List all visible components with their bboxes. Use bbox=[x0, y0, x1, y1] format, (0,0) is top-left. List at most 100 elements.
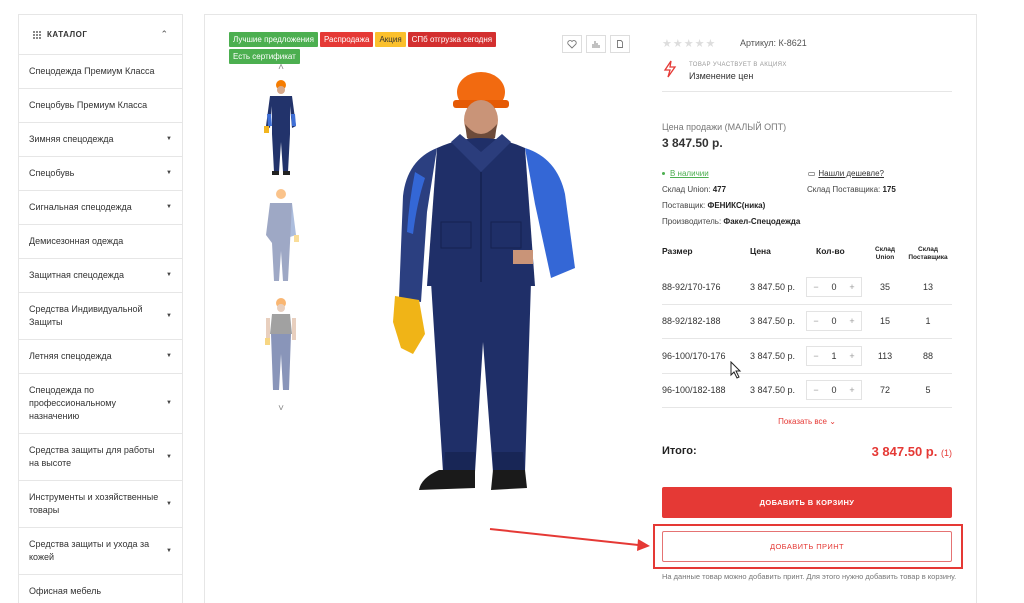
caret-down-icon: ▼ bbox=[166, 500, 172, 507]
catalog-item-label: Средства защиты для работы на высоте bbox=[29, 445, 155, 468]
stock-union: Склад Union: 477 bbox=[662, 185, 727, 194]
catalog-item[interactable]: Спецодежда по профессиональному назначен… bbox=[19, 374, 182, 434]
plus-icon[interactable]: + bbox=[849, 351, 854, 361]
col-union: Склад Union bbox=[875, 246, 895, 261]
catalog-item-label: Демисезонная одежда bbox=[29, 236, 124, 246]
mouse-cursor-icon bbox=[730, 361, 742, 379]
compare-button[interactable] bbox=[586, 35, 606, 53]
caret-down-icon: ▼ bbox=[166, 136, 172, 142]
qty-value[interactable]: 0 bbox=[831, 316, 836, 326]
col-price: Цена bbox=[750, 246, 771, 256]
catalog-item-label: Средства защиты и ухода за кожей bbox=[29, 539, 150, 562]
row-price: 3 847.50 р. bbox=[750, 385, 796, 396]
minus-icon[interactable]: − bbox=[813, 351, 818, 361]
show-all-link[interactable]: Показать все ⌄ bbox=[662, 417, 952, 433]
chevron-down-icon[interactable]: ˅ bbox=[255, 403, 307, 417]
catalog-sidebar: КАТАЛОГ ⌃ Спецодежда Премиум Класса Спецо… bbox=[18, 14, 183, 603]
caret-down-icon: ▼ bbox=[166, 312, 172, 319]
minus-icon[interactable]: − bbox=[813, 282, 818, 292]
product-badge: Лучшие предложения bbox=[229, 32, 318, 47]
thumbnail-2[interactable] bbox=[255, 185, 307, 290]
catalog-item[interactable]: Зимняя спецодежда ▼ bbox=[19, 123, 182, 157]
catalog-item[interactable]: Инструменты и хозяйственные товары ▼ bbox=[19, 481, 182, 528]
qty-value[interactable]: 1 bbox=[831, 351, 836, 361]
quantity-stepper[interactable]: − 0 + bbox=[806, 311, 862, 332]
price-value: 3 847.50 р. bbox=[662, 136, 723, 150]
plus-icon[interactable]: + bbox=[849, 316, 854, 326]
quantity-stepper[interactable]: − 1 + bbox=[806, 345, 862, 366]
thumbnail-gallery: ˄ ˅ bbox=[255, 62, 307, 417]
plus-icon[interactable]: + bbox=[849, 282, 854, 292]
qty-cell: − 0 + bbox=[806, 276, 866, 297]
catalog-list: Спецодежда Премиум Класса Спецобувь Преми… bbox=[19, 55, 182, 603]
promo-title[interactable]: Изменение цен bbox=[689, 71, 787, 81]
catalog-item[interactable]: Защитная спецодежда ▼ bbox=[19, 259, 182, 293]
table-row: 88-92/170-176 3 847.50 р. − 0 +35 13 bbox=[662, 270, 952, 305]
share-button[interactable] bbox=[610, 35, 630, 53]
row-union-stock: 72 bbox=[879, 385, 890, 396]
product-badge: Акция bbox=[375, 32, 406, 47]
thumbnail-3[interactable] bbox=[255, 294, 307, 399]
catalog-item-label: Сигнальная спецодежда bbox=[29, 202, 132, 212]
catalog-item[interactable]: Спецобувь ▼ bbox=[19, 157, 182, 191]
promo-block: ТОВАР УЧАСТВУЕТ В АКЦИЯХ Изменение цен bbox=[662, 56, 952, 92]
table-row: 96-100/170-176 3 847.50 р. − 1 +113 88 bbox=[662, 339, 952, 374]
table-row: 88-92/182-188 3 847.50 р. − 0 +15 1 bbox=[662, 305, 952, 339]
row-size: 96-100/170-176 bbox=[662, 350, 726, 361]
catalog-item[interactable]: Спецодежда Премиум Класса bbox=[19, 55, 182, 89]
stock-status: В наличии bbox=[662, 166, 709, 182]
bar-chart-icon bbox=[592, 41, 600, 48]
catalog-item[interactable]: Средства защиты и ухода за кожей ▼ bbox=[19, 528, 182, 575]
minus-icon[interactable]: − bbox=[813, 316, 818, 326]
row-price: 3 847.50 р. bbox=[750, 350, 796, 361]
row-union-stock: 113 bbox=[877, 350, 893, 361]
row-supplier-stock: 5 bbox=[925, 385, 931, 396]
quantity-stepper[interactable]: − 0 + bbox=[806, 276, 862, 297]
catalog-item[interactable]: Средства Индивидуальной Защиты ▼ bbox=[19, 293, 182, 340]
badge-list: Лучшие предложения Распродажа Акция СПб отг… bbox=[229, 32, 529, 66]
rating-stars[interactable]: ★★★★★ bbox=[662, 37, 740, 50]
plus-icon[interactable]: + bbox=[849, 385, 854, 395]
catalog-item-label: Спецобувь Премиум Класса bbox=[29, 100, 148, 110]
catalog-item[interactable]: Средства защиты для работы на высоте ▼ bbox=[19, 434, 182, 481]
qty-value[interactable]: 0 bbox=[831, 282, 836, 292]
product-badge: Распродажа bbox=[319, 32, 374, 47]
col-size: Размер bbox=[662, 246, 693, 256]
chevron-up-icon[interactable]: ⌃ bbox=[160, 29, 168, 40]
add-to-cart-button[interactable]: ДОБАВИТЬ В КОРЗИНУ bbox=[662, 487, 952, 518]
catalog-item[interactable]: Спецобувь Премиум Класса bbox=[19, 89, 182, 123]
caret-down-icon: ▼ bbox=[166, 170, 172, 176]
catalog-title: КАТАЛОГ bbox=[47, 30, 88, 39]
chevron-down-icon: ⌄ bbox=[829, 417, 836, 426]
catalog-header[interactable]: КАТАЛОГ ⌃ bbox=[19, 15, 182, 55]
row-union-stock: 15 bbox=[879, 316, 890, 327]
annotation-arrow bbox=[489, 528, 650, 551]
qty-value[interactable]: 0 bbox=[831, 385, 836, 395]
product-image[interactable] bbox=[385, 72, 590, 497]
minus-icon[interactable]: − bbox=[813, 385, 818, 395]
add-print-button[interactable]: ДОБАВИТЬ ПРИНТ bbox=[662, 531, 952, 562]
caret-down-icon: ▼ bbox=[166, 204, 172, 210]
promo-caption: ТОВАР УЧАСТВУЕТ В АКЦИЯХ bbox=[689, 62, 787, 68]
catalog-item[interactable]: Сигнальная спецодежда ▼ bbox=[19, 191, 182, 225]
stock-supplier: Склад Поставщика: 175 bbox=[807, 185, 896, 194]
row-supplier-stock: 88 bbox=[922, 350, 933, 361]
document-icon bbox=[617, 40, 623, 48]
catalog-item[interactable]: Офисная мебель bbox=[19, 575, 182, 603]
found-cheaper-link[interactable]: ▭ Нашли дешевле? bbox=[808, 166, 884, 182]
chevron-up-icon[interactable]: ˄ bbox=[255, 62, 307, 76]
caret-down-icon: ▼ bbox=[166, 547, 172, 554]
size-table-header: Размер Цена Кол-во Склад Union Склад Пос… bbox=[662, 246, 952, 270]
catalog-item[interactable]: Летняя спецодежда ▼ bbox=[19, 340, 182, 374]
thumbnail-1[interactable] bbox=[255, 76, 307, 181]
catalog-item-label: Спецодежда по профессиональному назначен… bbox=[29, 385, 117, 421]
row-price: 3 847.50 р. bbox=[750, 281, 796, 292]
print-note: На данные товар можно добавить принт. Дл… bbox=[662, 572, 957, 581]
catalog-item[interactable]: Демисезонная одежда bbox=[19, 225, 182, 259]
quantity-stepper[interactable]: − 0 + bbox=[806, 380, 862, 401]
manufacturer: Производитель: Факел-Спецодежда bbox=[662, 217, 801, 226]
favorite-button[interactable] bbox=[562, 35, 582, 53]
table-row: 96-100/182-188 3 847.50 р. − 0 +72 5 bbox=[662, 374, 952, 408]
row-union-stock: 35 bbox=[879, 281, 890, 292]
row-supplier-stock: 13 bbox=[922, 281, 933, 292]
